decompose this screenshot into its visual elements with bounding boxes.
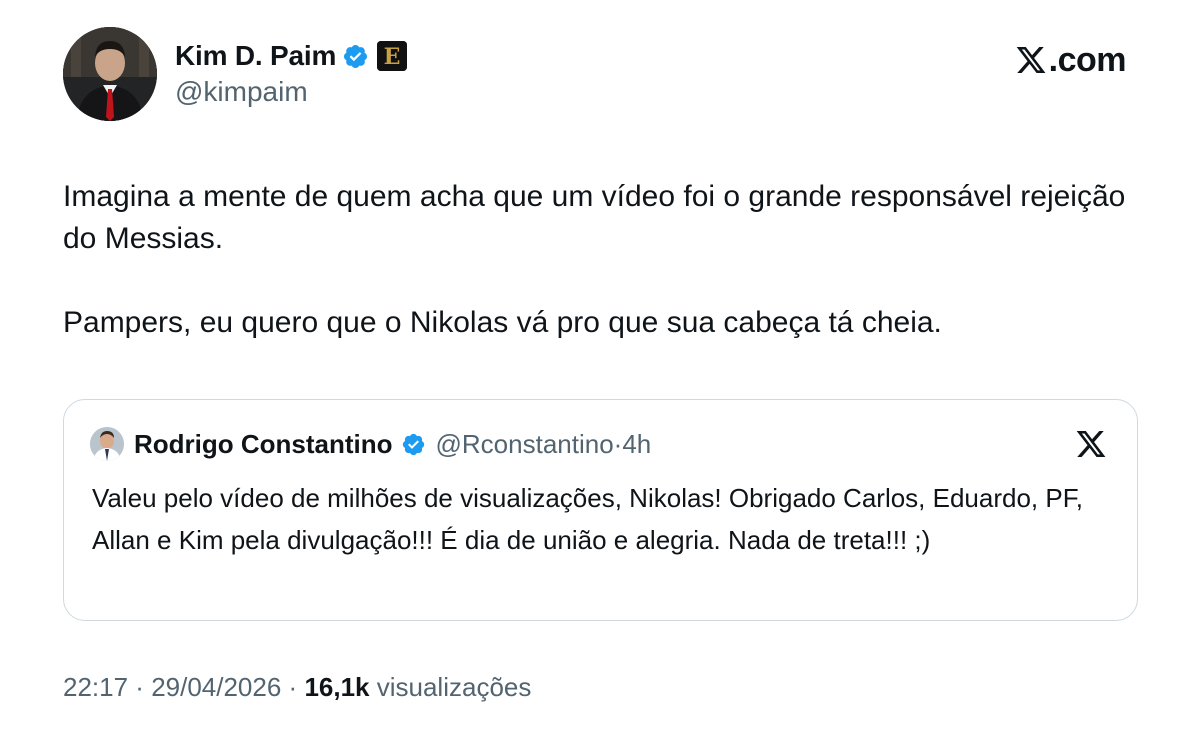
meta-separator: ·: [281, 671, 305, 702]
x-logo-icon: [1076, 431, 1106, 457]
affiliate-badge-letter: E: [384, 44, 401, 70]
quoted-tweet-text: Valeu pelo vídeo de milhões de visualiza…: [92, 483, 1083, 555]
quoted-tweet-card[interactable]: Rodrigo Constantino @Rconstantino·4h Val…: [63, 399, 1138, 621]
x-logo-icon: [1016, 47, 1046, 73]
author-name-row: Kim D. Paim E: [175, 38, 408, 74]
views-count[interactable]: 16,1k: [304, 672, 369, 703]
avatar-photo: [63, 27, 157, 121]
quoted-author-name[interactable]: Rodrigo Constantino: [134, 429, 393, 460]
views-label: visualizações: [369, 671, 532, 702]
quoted-verified-badge-icon: [401, 432, 426, 457]
meta-separator: ·: [128, 671, 152, 702]
affiliate-badge-icon[interactable]: E: [377, 41, 408, 71]
tweet-paragraph: Imagina a mente de quem acha que um víde…: [63, 180, 1126, 255]
verified-badge-icon: [342, 43, 369, 70]
tweet-text: Imagina a mente de quem acha que um víde…: [63, 176, 1143, 344]
tweet-paragraph: Pampers, eu quero que o Nikolas vá pro q…: [63, 306, 942, 339]
author-display-name[interactable]: Kim D. Paim: [175, 40, 336, 72]
quoted-time-ago[interactable]: 4h: [622, 429, 651, 459]
author-handle[interactable]: @kimpaim: [175, 76, 308, 108]
x-brand: .com: [1015, 40, 1127, 80]
author-avatar[interactable]: [63, 27, 157, 121]
quoted-author-handle[interactable]: @Rconstantino·4h: [436, 429, 652, 460]
brand-domain-label: .com: [1048, 40, 1127, 79]
quoted-avatar-photo: [90, 427, 124, 461]
tweet-date[interactable]: 29/04/2026: [151, 672, 281, 703]
quoted-author-avatar[interactable]: [90, 427, 124, 461]
tweet-meta: 22:17 · 29/04/2026 · 16,1k visualizações: [63, 669, 531, 705]
quoted-tweet-header: Rodrigo Constantino @Rconstantino·4h: [90, 424, 651, 464]
quoted-handle-text: @Rconstantino: [435, 428, 614, 459]
tweet-time[interactable]: 22:17: [63, 672, 128, 703]
